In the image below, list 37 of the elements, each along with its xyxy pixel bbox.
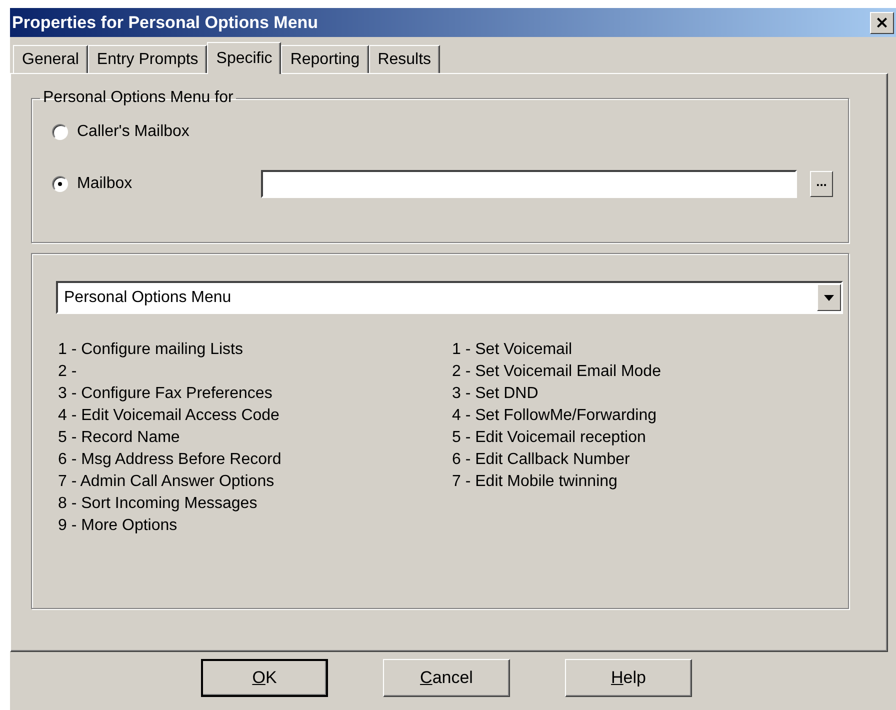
caret-icon	[824, 294, 834, 300]
mailbox-field[interactable]	[261, 170, 797, 198]
tab[interactable]: Entry Prompts	[88, 45, 208, 73]
close-button[interactable]: ×	[870, 12, 894, 34]
browse-button[interactable]: ...	[810, 171, 833, 197]
radio-button[interactable]	[52, 124, 68, 140]
tab[interactable]: General	[13, 45, 88, 73]
dialog-button[interactable]: Help	[565, 659, 692, 697]
radio-label[interactable]: Mailbox	[77, 175, 261, 193]
menu-option: 2 -	[58, 361, 77, 383]
menu-option: 3 - Configure Fax Preferences	[58, 383, 272, 405]
dialog-button[interactable]: Cancel	[383, 659, 510, 697]
dialog-button[interactable]: OK	[201, 659, 328, 697]
radio-button[interactable]	[52, 176, 68, 192]
radio-label[interactable]: Caller's Mailbox	[77, 123, 261, 141]
menu-option: 4 - Set FollowMe/Forwarding	[452, 405, 657, 427]
dropdown-value: Personal Options Menu	[64, 288, 232, 306]
menu-option: 6 - Edit Callback Number	[452, 449, 630, 471]
menu-option: 7 - Admin Call Answer Options	[58, 471, 274, 493]
menu-option: 7 - Edit Mobile twinning	[452, 471, 618, 493]
menu-dropdown[interactable]: Personal Options Menu	[56, 281, 843, 314]
menu-option: 2 - Set Voicemail Email Mode	[452, 361, 661, 383]
menu-option: 5 - Edit Voicemail reception	[452, 427, 646, 449]
tab[interactable]: Specific	[207, 42, 282, 74]
window-title: Properties for Personal Options Menu	[12, 12, 318, 32]
dropdown-button[interactable]	[817, 284, 841, 311]
menu-option: 6 - Msg Address Before Record	[58, 449, 282, 471]
menu-option: 4 - Edit Voicemail Access Code	[58, 405, 280, 427]
menu-option: 5 - Record Name	[58, 427, 180, 449]
menu-option: 9 - More Options	[58, 515, 178, 537]
menu-option: 8 - Sort Incoming Messages	[58, 493, 258, 515]
menu-option: 1 - Configure mailing Lists	[58, 339, 243, 361]
group-title: Personal Options Menu for	[42, 89, 234, 107]
menu-option: 3 - Set DND	[452, 383, 538, 405]
menu-option: 1 - Set Voicemail	[452, 339, 572, 361]
tab[interactable]: Reporting	[281, 45, 369, 73]
tab[interactable]: Results	[368, 45, 440, 73]
